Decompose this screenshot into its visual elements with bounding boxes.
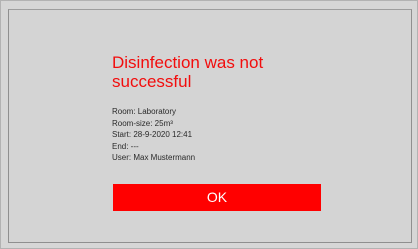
error-dialog: Disinfection was not successful Room: La… bbox=[8, 9, 412, 243]
disinfection-details: Room: Laboratory Room-size: 25m³ Start: … bbox=[112, 106, 195, 164]
detail-end: End: --- bbox=[112, 141, 139, 151]
dialog-title: Disinfection was not successful bbox=[112, 53, 264, 91]
detail-room-size: Room-size: 25m³ bbox=[112, 118, 173, 128]
detail-user: User: Max Mustermann bbox=[112, 153, 196, 163]
ok-button[interactable]: OK bbox=[113, 184, 321, 211]
screen: Disinfection was not successful Room: La… bbox=[0, 0, 418, 249]
detail-room: Room: Laboratory bbox=[112, 107, 177, 116]
detail-start: Start: 28-9-2020 12:41 bbox=[112, 130, 193, 140]
